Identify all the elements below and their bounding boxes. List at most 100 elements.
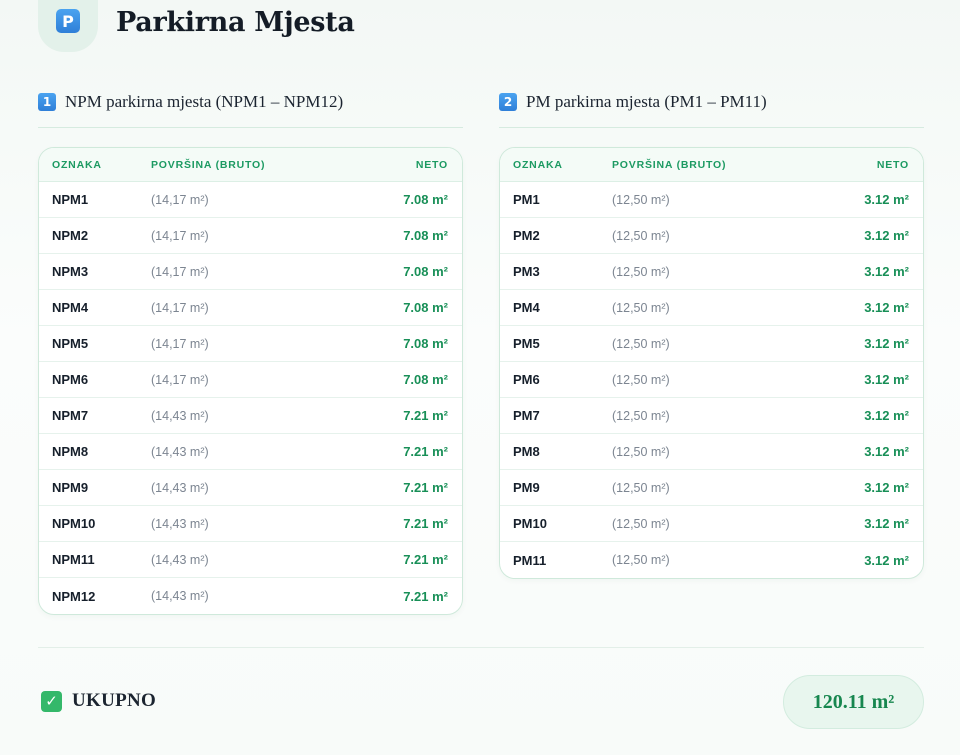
page-header: P Parkirna Mjesta bbox=[38, 0, 355, 52]
cell-neto: 7.08 m² bbox=[403, 300, 448, 315]
section-title: PM parkirna mjesta (PM1 – PM11) bbox=[526, 92, 767, 111]
cell-povrsina-bruto: (14,17 m²) bbox=[151, 228, 209, 243]
cell-neto: 3.12 m² bbox=[864, 372, 909, 387]
cell-povrsina-bruto: (12,50 m²) bbox=[612, 516, 670, 531]
cell-oznaka: NPM9 bbox=[52, 480, 89, 495]
column-header-oznaka: OZNAKA bbox=[52, 158, 102, 171]
table-row: NPM5 (14,17 m²) 7.08 m² bbox=[39, 326, 462, 362]
table-header: OZNAKA POVRŠINA (BRUTO) NETO bbox=[39, 148, 462, 182]
cell-oznaka: PM3 bbox=[513, 264, 540, 279]
cell-oznaka: NPM7 bbox=[52, 408, 89, 423]
cell-oznaka: PM9 bbox=[513, 480, 540, 495]
table-row: NPM9 (14,43 m²) 7.21 m² bbox=[39, 470, 462, 506]
table-row: PM5 (12,50 m²) 3.12 m² bbox=[500, 326, 923, 362]
cell-neto: 3.12 m² bbox=[864, 264, 909, 279]
cell-neto: 3.12 m² bbox=[864, 552, 909, 568]
column-header-neto: NETO bbox=[415, 158, 448, 171]
cell-oznaka: PM6 bbox=[513, 372, 540, 387]
table-row: PM7 (12,50 m²) 3.12 m² bbox=[500, 398, 923, 434]
cell-povrsina-bruto: (14,43 m²) bbox=[151, 408, 209, 423]
parking-icon: P bbox=[56, 9, 80, 33]
cell-povrsina-bruto: (14,43 m²) bbox=[151, 516, 209, 531]
cell-neto: 3.12 m² bbox=[864, 300, 909, 315]
table-row: NPM6 (14,17 m²) 7.08 m² bbox=[39, 362, 462, 398]
cell-povrsina-bruto: (12,50 m²) bbox=[612, 480, 670, 495]
page: P Parkirna Mjesta 1 NPM parkirna mjesta … bbox=[0, 0, 960, 755]
cell-oznaka: NPM11 bbox=[52, 552, 95, 567]
table-row: PM1 (12,50 m²) 3.12 m² bbox=[500, 182, 923, 218]
cell-neto: 3.12 m² bbox=[864, 444, 909, 459]
table-row: NPM11 (14,43 m²) 7.21 m² bbox=[39, 542, 462, 578]
check-icon: ✓ bbox=[41, 690, 62, 712]
page-title: Parkirna Mjesta bbox=[116, 6, 355, 38]
cell-povrsina-bruto: (12,50 m²) bbox=[612, 192, 670, 207]
column-header-povrsina: POVRŠINA (BRUTO) bbox=[151, 158, 266, 171]
table-row: NPM2 (14,17 m²) 7.08 m² bbox=[39, 218, 462, 254]
cell-oznaka: NPM3 bbox=[52, 264, 89, 279]
cell-povrsina-bruto: (14,17 m²) bbox=[151, 300, 209, 315]
cell-oznaka: PM2 bbox=[513, 228, 540, 243]
table-row: PM10 (12,50 m²) 3.12 m² bbox=[500, 506, 923, 542]
table-row: NPM10 (14,43 m²) 7.21 m² bbox=[39, 506, 462, 542]
section-heading: 2 PM parkirna mjesta (PM1 – PM11) bbox=[499, 90, 924, 114]
total-label: UKUPNO bbox=[72, 690, 157, 711]
number-one-icon: 1 bbox=[38, 93, 56, 111]
table-row: PM6 (12,50 m²) 3.12 m² bbox=[500, 362, 923, 398]
cell-povrsina-bruto: (12,50 m²) bbox=[612, 300, 670, 315]
section-pm: 2 PM parkirna mjesta (PM1 – PM11) OZNAKA… bbox=[499, 90, 924, 579]
cell-povrsina-bruto: (12,50 m²) bbox=[612, 372, 670, 387]
cell-oznaka: NPM2 bbox=[52, 228, 89, 243]
cell-neto: 3.12 m² bbox=[864, 516, 909, 531]
column-header-neto: NETO bbox=[876, 158, 909, 171]
cell-oznaka: PM5 bbox=[513, 336, 540, 351]
section-divider bbox=[38, 127, 463, 128]
cell-povrsina-bruto: (14,43 m²) bbox=[151, 589, 209, 603]
cell-neto: 7.21 m² bbox=[403, 444, 448, 459]
cell-neto: 7.21 m² bbox=[403, 480, 448, 495]
cell-neto: 3.12 m² bbox=[864, 480, 909, 495]
cell-oznaka: PM8 bbox=[513, 444, 540, 459]
cell-oznaka: NPM10 bbox=[52, 516, 96, 531]
header-badge: P bbox=[38, 0, 98, 52]
cell-neto: 7.21 m² bbox=[403, 588, 448, 604]
cell-neto: 3.12 m² bbox=[864, 336, 909, 351]
cell-povrsina-bruto: (12,50 m²) bbox=[612, 264, 670, 279]
total-value: 120.11 m² bbox=[783, 675, 924, 729]
cell-povrsina-bruto: (14,17 m²) bbox=[151, 264, 209, 279]
cell-neto: 7.08 m² bbox=[403, 192, 448, 207]
cell-oznaka: PM4 bbox=[513, 300, 540, 315]
table-body: PM1 (12,50 m²) 3.12 m² PM2 (12,50 m²) 3.12 m²… bbox=[500, 182, 923, 578]
table-row: NPM7 (14,43 m²) 7.21 m² bbox=[39, 398, 462, 434]
cell-povrsina-bruto: (14,43 m²) bbox=[151, 444, 209, 459]
table-row: PM2 (12,50 m²) 3.12 m² bbox=[500, 218, 923, 254]
column-header-povrsina: POVRŠINA (BRUTO) bbox=[612, 158, 727, 171]
cell-oznaka: PM11 bbox=[513, 552, 547, 568]
cell-neto: 3.12 m² bbox=[864, 192, 909, 207]
cell-povrsina-bruto: (12,50 m²) bbox=[612, 553, 670, 567]
cell-neto: 7.08 m² bbox=[403, 372, 448, 387]
cell-oznaka: NPM6 bbox=[52, 372, 89, 387]
cell-neto: 7.21 m² bbox=[403, 516, 448, 531]
footer-divider bbox=[38, 647, 924, 648]
cell-oznaka: PM7 bbox=[513, 408, 540, 423]
cell-oznaka: PM10 bbox=[513, 516, 547, 531]
cell-neto: 3.12 m² bbox=[864, 228, 909, 243]
cell-oznaka: NPM5 bbox=[52, 336, 89, 351]
table-row: PM9 (12,50 m²) 3.12 m² bbox=[500, 470, 923, 506]
table-row: NPM3 (14,17 m²) 7.08 m² bbox=[39, 254, 462, 290]
npm-table: OZNAKA POVRŠINA (BRUTO) NETO NPM1 (14,17 … bbox=[38, 147, 463, 615]
cell-oznaka: NPM4 bbox=[52, 300, 89, 315]
table-row: PM3 (12,50 m²) 3.12 m² bbox=[500, 254, 923, 290]
cell-neto: 7.21 m² bbox=[403, 408, 448, 423]
cell-povrsina-bruto: (12,50 m²) bbox=[612, 228, 670, 243]
table-row: PM4 (12,50 m²) 3.12 m² bbox=[500, 290, 923, 326]
cell-oznaka: NPM12 bbox=[52, 588, 96, 604]
cell-oznaka: NPM1 bbox=[52, 192, 89, 207]
table-row: NPM1 (14,17 m²) 7.08 m² bbox=[39, 182, 462, 218]
cell-neto: 3.12 m² bbox=[864, 408, 909, 423]
table-body: NPM1 (14,17 m²) 7.08 m² NPM2 (14,17 m²) 7.08 … bbox=[39, 182, 462, 614]
table-row: PM8 (12,50 m²) 3.12 m² bbox=[500, 434, 923, 470]
table-row: NPM4 (14,17 m²) 7.08 m² bbox=[39, 290, 462, 326]
cell-neto: 7.08 m² bbox=[403, 264, 448, 279]
section-divider bbox=[499, 127, 924, 128]
